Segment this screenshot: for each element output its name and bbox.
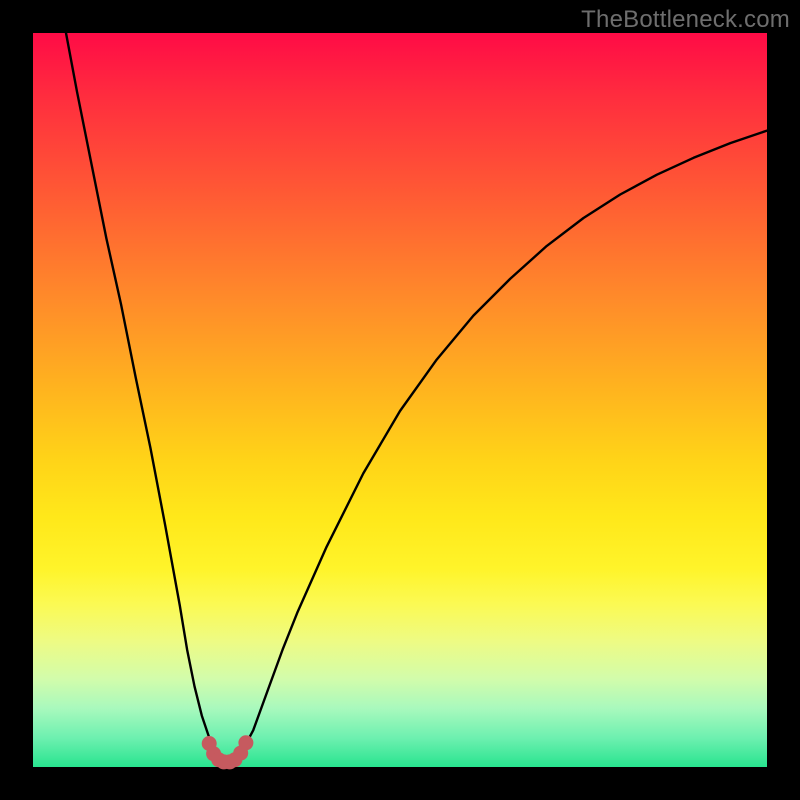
valley-marker-dot [238, 735, 253, 750]
curve-layer [33, 33, 767, 767]
chart-frame: TheBottleneck.com [0, 0, 800, 800]
valley-markers [202, 735, 254, 769]
watermark-text: TheBottleneck.com [581, 6, 790, 34]
plot-area [33, 33, 767, 767]
curve-right-branch [242, 131, 767, 751]
curve-left-branch [66, 33, 217, 751]
